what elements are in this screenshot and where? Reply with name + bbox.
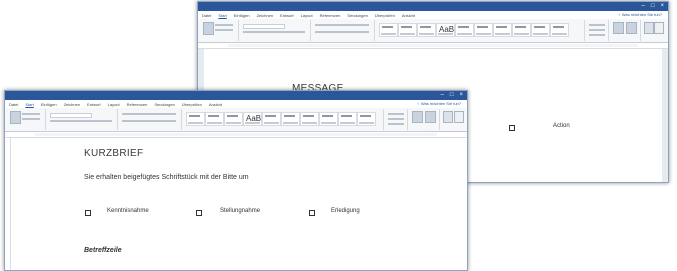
style-emphasis[interactable] xyxy=(281,112,300,126)
ribbon-home: AaB xyxy=(198,19,668,43)
addin-icon[interactable] xyxy=(626,22,637,34)
intro-text: Sie erhalten beigefügtes Schriftstück mi… xyxy=(84,174,249,181)
tab-view[interactable]: Ansicht xyxy=(402,13,415,18)
language-icon[interactable] xyxy=(644,22,654,34)
style-no-spacing[interactable] xyxy=(205,112,224,126)
clipboard-group xyxy=(200,20,239,41)
option-erledigung-label: Erledigung xyxy=(331,208,360,214)
addin-icon[interactable] xyxy=(412,111,423,123)
language-icon[interactable] xyxy=(443,111,453,123)
style-title[interactable]: AaB xyxy=(436,23,455,37)
tab-design[interactable]: Entwurf xyxy=(87,102,101,107)
addin-icon[interactable] xyxy=(425,111,436,123)
style-strong[interactable] xyxy=(512,23,531,37)
document-area: KURZBRIEF Sie erhalten beigefügtes Schri… xyxy=(11,138,467,270)
style-quote[interactable] xyxy=(531,23,550,37)
addins-group xyxy=(610,20,641,41)
close-icon[interactable]: × xyxy=(660,3,664,10)
style-heading1[interactable] xyxy=(224,112,243,126)
style-heading1[interactable] xyxy=(417,23,436,37)
maximize-icon[interactable]: □ xyxy=(651,3,655,10)
style-reference[interactable] xyxy=(357,112,376,126)
tab-mailings[interactable]: Sendungen xyxy=(154,102,174,107)
maximize-icon[interactable]: □ xyxy=(450,92,454,99)
addin-icon[interactable] xyxy=(613,22,624,34)
paragraph-group xyxy=(119,109,182,130)
checkbox-action[interactable] xyxy=(509,125,515,131)
style-quote[interactable] xyxy=(338,112,357,126)
checkbox-erledigung[interactable] xyxy=(309,210,315,216)
tab-layout[interactable]: Layout xyxy=(301,13,313,18)
option-kenntnisnahme-label: Kenntnisnahme xyxy=(107,208,149,214)
close-icon[interactable]: × xyxy=(459,92,463,99)
subject-line: Betreffzeile xyxy=(84,247,122,254)
document-title: KURZBRIEF xyxy=(84,148,144,159)
tab-file[interactable]: Datei xyxy=(9,102,18,107)
style-no-spacing[interactable] xyxy=(398,23,417,37)
document-page: KURZBRIEF Sie erhalten beigefügtes Schri… xyxy=(11,138,467,270)
clipboard-group xyxy=(7,109,46,130)
tab-draw[interactable]: Zeichnen xyxy=(64,102,80,107)
tab-draw[interactable]: Zeichnen xyxy=(257,13,273,18)
style-strong[interactable] xyxy=(319,112,338,126)
tab-references[interactable]: Referenzen xyxy=(320,13,341,18)
paragraph-group xyxy=(312,20,375,41)
tab-insert[interactable]: Einfügen xyxy=(234,13,250,18)
font-group xyxy=(47,109,118,130)
tab-insert[interactable]: Einfügen xyxy=(41,102,57,107)
style-emphasis[interactable] xyxy=(474,23,493,37)
tab-file[interactable]: Datei xyxy=(202,13,211,18)
ribbon-home: AaB xyxy=(5,108,467,132)
language-settings-icon[interactable] xyxy=(654,22,664,34)
ribbon-tabs: Datei Start Einfügen Zeichnen Entwurf La… xyxy=(198,11,668,19)
tab-mailings[interactable]: Sendungen xyxy=(347,13,367,18)
style-subtitle[interactable] xyxy=(455,23,474,37)
checkbox-stellungnahme[interactable] xyxy=(196,210,202,216)
style-intense[interactable] xyxy=(300,112,319,126)
style-title[interactable]: AaB xyxy=(243,112,262,126)
ribbon-tabs: Datei Start Einfügen Zeichnen Entwurf La… xyxy=(5,100,467,108)
editing-group xyxy=(385,109,408,130)
tell-me-search[interactable]: ♀ Was möchten Sie tun? xyxy=(618,12,662,17)
tab-review[interactable]: Überprüfen xyxy=(375,13,395,18)
tab-design[interactable]: Entwurf xyxy=(280,13,294,18)
tab-layout[interactable]: Layout xyxy=(108,102,120,107)
paste-icon[interactable] xyxy=(203,22,214,35)
style-normal[interactable] xyxy=(379,23,398,37)
addins-group xyxy=(409,109,440,130)
style-subtitle[interactable] xyxy=(262,112,281,126)
word-window-german: – □ × Datei Start Einfügen Zeichnen Entw… xyxy=(4,90,468,271)
style-normal[interactable] xyxy=(186,112,205,126)
language-settings-icon[interactable] xyxy=(454,111,464,123)
paste-icon[interactable] xyxy=(10,111,21,124)
option-stellungnahme-label: Stellungnahme xyxy=(220,208,261,214)
minimize-icon[interactable]: – xyxy=(642,3,645,10)
tab-references[interactable]: Referenzen xyxy=(127,102,148,107)
tell-me-search[interactable]: ♀ Was möchten Sie tun? xyxy=(417,101,461,106)
checkbox-kenntnisnahme[interactable] xyxy=(85,210,91,216)
title-bar: – □ × xyxy=(5,91,467,100)
title-bar: – □ × xyxy=(198,2,668,11)
editing-group xyxy=(586,20,609,41)
style-intense[interactable] xyxy=(493,23,512,37)
option-action-label: Action xyxy=(553,123,570,129)
styles-group: AaB xyxy=(376,20,585,41)
tab-home[interactable]: Start xyxy=(25,102,33,107)
font-group xyxy=(240,20,311,41)
tab-view[interactable]: Ansicht xyxy=(209,102,222,107)
minimize-icon[interactable]: – xyxy=(441,92,444,99)
style-reference[interactable] xyxy=(550,23,569,37)
tab-review[interactable]: Überprüfen xyxy=(182,102,202,107)
tab-home[interactable]: Start xyxy=(218,13,226,18)
styles-group: AaB xyxy=(183,109,384,130)
